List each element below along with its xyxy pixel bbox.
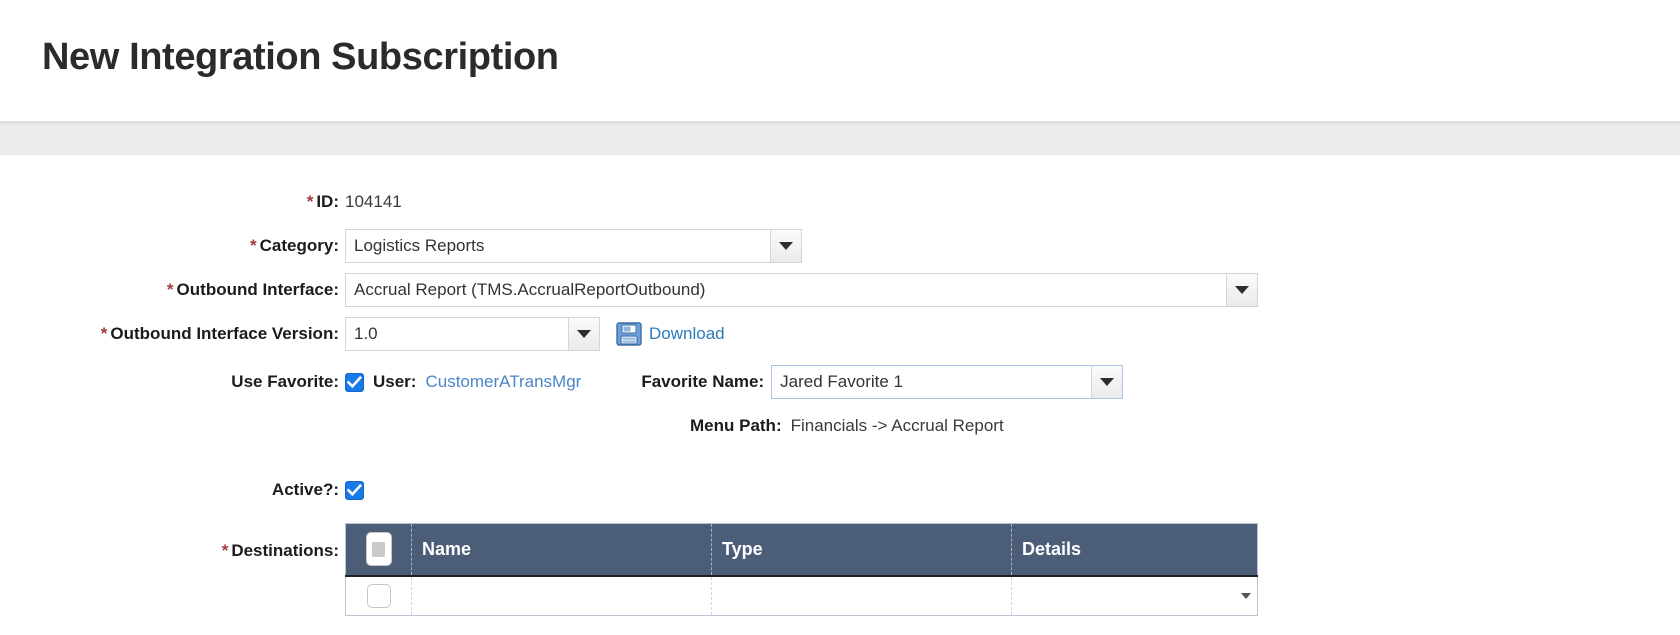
category-selected-value: Logistics Reports [354,236,485,255]
field-row-outbound-interface-version: * Outbound Interface Version: 1.0 Downlo… [0,317,1680,351]
row-checkbox[interactable] [366,583,391,608]
menu-path-label: Menu Path: [690,416,782,435]
select-all-checkbox-icon[interactable] [365,532,392,567]
page-header-panel: New Integration Subscription [0,0,1680,122]
chevron-down-icon[interactable] [1241,592,1251,599]
chevron-down-icon[interactable] [1091,366,1123,398]
chevron-down-icon[interactable] [770,230,801,262]
menu-path-group: Menu Path: Financials -> Accrual Report [690,416,1004,436]
id-label: * ID: [306,192,339,211]
field-row-category: * Category: Logistics Reports [0,229,1680,263]
field-row-outbound-interface: * Outbound Interface: Accrual Report (TMS… [0,273,1680,307]
checkmark-icon [347,483,362,496]
download-link[interactable]: Download [649,324,725,344]
outbound-interface-select[interactable]: Accrual Report (TMS.AccrualReportOutboun… [345,273,1258,307]
column-header-name[interactable]: Name [411,523,712,577]
destinations-table-header: Name Type Details [345,523,1258,577]
required-asterisk: * [100,324,108,343]
checkmark-icon [347,375,362,388]
outbound-interface-version-label: * Outbound Interface Version: [100,324,339,343]
download-control[interactable]: Download [616,322,725,346]
required-asterisk: * [221,541,229,560]
use-favorite-label: Use Favorite: [231,372,339,391]
id-value: 104141 [345,192,402,211]
destinations-label: * Destinations: [221,541,339,560]
subscription-form-panel: * ID: 104141 * Category: Logistics Reports… [0,154,1680,635]
form-rows: * ID: 104141 * Category: Logistics Reports… [0,155,1680,616]
field-row-destinations: * Destinations: Name Type Details [0,523,1680,616]
column-header-details[interactable]: Details [1011,523,1258,577]
field-row-menu-path: Menu Path: Financials -> Accrual Report [0,415,1680,437]
favorite-name-label: Favorite Name: [641,372,765,391]
column-header-type[interactable]: Type [711,523,1012,577]
required-asterisk: * [166,280,174,299]
favorite-user-label: User: [373,372,417,391]
row-cell-name[interactable] [411,575,712,616]
favorite-name-selected-value: Jared Favorite 1 [780,372,904,391]
field-row-id: * ID: 104141 [0,191,1680,213]
required-asterisk: * [250,236,257,255]
row-cell-details[interactable] [1011,575,1258,616]
favorite-user-link[interactable]: CustomerATransMgr [425,372,581,392]
required-asterisk: * [306,192,314,211]
favorite-name-select[interactable]: Jared Favorite 1 [771,365,1124,399]
row-cell-type[interactable] [711,575,1012,616]
page-title: New Integration Subscription [42,36,559,78]
outbound-interface-version-selected-value: 1.0 [354,324,378,343]
favorite-name-group: Favorite Name: Jared Favorite 1 [641,365,1124,399]
category-label: * Category: [250,236,339,255]
select-all-header-cell[interactable] [345,523,412,577]
outbound-interface-version-select[interactable]: 1.0 [345,317,600,351]
chevron-down-icon[interactable] [568,318,599,350]
outbound-interface-label: * Outbound Interface: [166,280,339,299]
table-header-row: Name Type Details [345,523,1258,577]
floppy-disk-icon[interactable] [616,322,642,346]
field-row-use-favorite: Use Favorite: User: CustomerATransMgr Fa… [0,365,1680,399]
category-select[interactable]: Logistics Reports [345,229,802,263]
active-checkbox[interactable] [345,480,364,500]
row-select-cell[interactable] [345,575,412,616]
outbound-interface-selected-value: Accrual Report (TMS.AccrualReportOutboun… [354,280,706,299]
destinations-table-body [345,575,1258,616]
destinations-table: Name Type Details [345,523,1258,616]
use-favorite-checkbox[interactable] [345,372,364,392]
chevron-down-icon[interactable] [1226,274,1257,306]
panel-divider-gap [0,122,1680,154]
table-row[interactable] [345,575,1258,616]
field-row-active: Active?: [0,479,1680,501]
active-label: Active?: [271,480,339,499]
menu-path-value: Financials -> Accrual Report [790,416,1004,435]
